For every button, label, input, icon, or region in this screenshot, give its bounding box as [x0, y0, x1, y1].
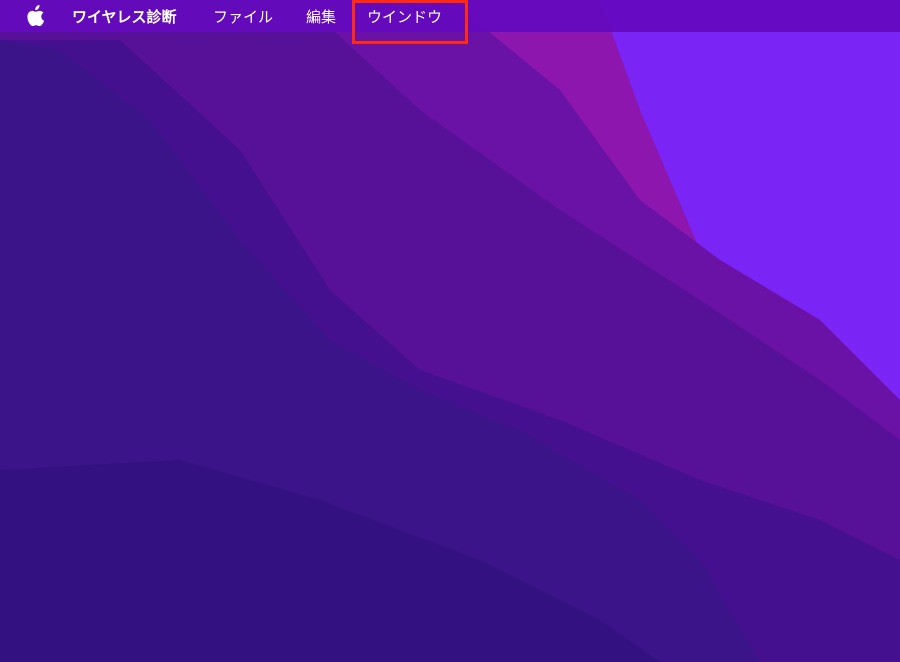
menu-bar: ワイヤレス診断 ファイル 編集 ウインドウ — [0, 0, 900, 32]
apple-logo-icon[interactable] — [26, 5, 46, 27]
desktop-wallpaper — [0, 0, 900, 662]
menu-edit[interactable]: 編集 — [306, 6, 336, 27]
menu-app-name[interactable]: ワイヤレス診断 — [72, 6, 177, 27]
menu-file[interactable]: ファイル — [213, 6, 273, 27]
menu-window[interactable]: ウインドウ — [367, 6, 442, 27]
